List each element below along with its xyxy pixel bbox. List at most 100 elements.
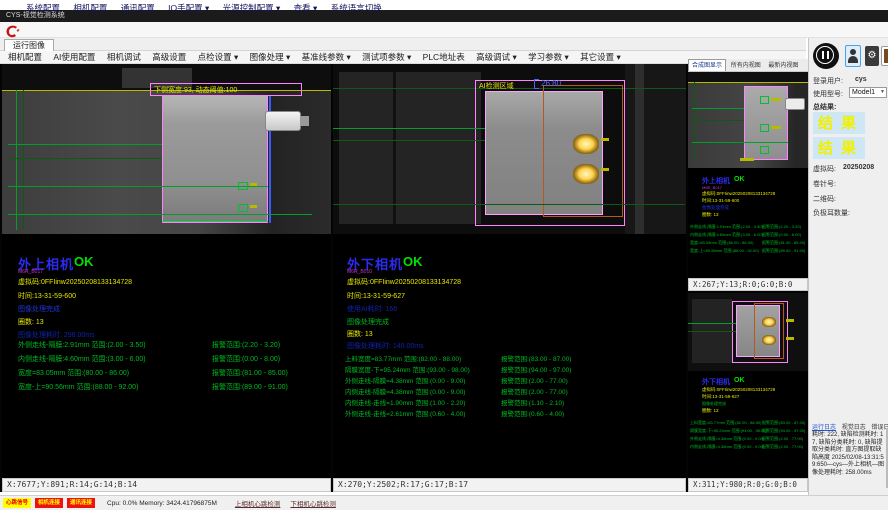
measure-line: [692, 120, 744, 121]
toolbar-item-other-settings[interactable]: 其它设置 ▾: [580, 52, 621, 62]
toolbar-item-camera-debug[interactable]: 相机调试: [107, 52, 141, 62]
connector-part: [265, 111, 301, 131]
settings-button[interactable]: ⚙: [865, 46, 879, 66]
virtual-code-value: 20250208: [843, 164, 874, 171]
toolbar-item-baseline-params[interactable]: 基准线参数 ▾: [302, 52, 351, 62]
mid-product-code: 虚拟码:0FFIinw20250208133134728: [347, 277, 461, 287]
measurement-value: 宽度-上=90.56mm 范围:(88.00 - 92.00): [18, 382, 138, 392]
measurement-value: 外侧走线-走线=2.61mm 范围:(0.60 - 4.00): [345, 408, 465, 418]
tiny-annotation: [250, 183, 257, 186]
door-icon: [884, 49, 888, 63]
chevron-down-icon: ▼: [880, 88, 885, 97]
weld-spot: [573, 134, 599, 154]
result-box-upper: 结果: [813, 112, 865, 134]
measurement-row: 外侧走线-隔膜:2.91mm 范围:(2.00 - 3.50) 报警范围:(2.…: [2, 340, 331, 350]
left-camera-image[interactable]: 下侧宽度:93, 动态阈值:100: [2, 64, 331, 234]
menu-item-view[interactable]: 查看 ▾: [294, 3, 318, 13]
measurement-alarm: 报警范围:(2.00 - 77.00): [501, 386, 568, 396]
left-camera-panel: 下侧宽度:93, 动态阈值:100 外上相机 OK M6R_B017 虚拟码:0…: [2, 64, 331, 478]
tab-latest-inner-view[interactable]: 最新内视图: [765, 60, 801, 72]
upper-camera-heartbeat-link[interactable]: 上相机心跳检测: [235, 498, 281, 508]
measurement-value: 内侧走线-隔膜=4.38mm 范围:(0.00 - 9.00): [345, 386, 465, 396]
tab-composite-view[interactable]: 合成图显示: [688, 59, 726, 71]
measurement-row: 外侧走线-走线=2.61mm 范围:(0.60 - 4.00) 报警范围:(0.…: [333, 408, 686, 417]
winding-pin-label: 卷针号:: [813, 179, 836, 189]
exit-button[interactable]: →: [881, 46, 888, 66]
tiny-annotation: [601, 168, 609, 171]
mini-camera-image-2[interactable]: [688, 293, 808, 371]
measure-overlay-label-box: 下侧宽度:93, 动态阈值:100: [150, 83, 302, 96]
mini-measure: 外侧走线-隔膜:2.91mm 范围:(2.00 - 3.50): [690, 224, 763, 230]
mini2-turn-count: 圈数: 13: [702, 408, 719, 414]
menu-item-comm-config[interactable]: 通讯配置: [121, 3, 155, 13]
mini1-done-text: 图像处理完成: [702, 205, 729, 211]
toolbar-item-image-processing[interactable]: 图像处理 ▾: [250, 52, 291, 62]
mini2-coordinates: X:311;Y:980;R:0;G:0;B:0: [693, 480, 797, 489]
mini-camera-image-1[interactable]: [688, 72, 808, 168]
toolbar-item-ai-config[interactable]: AI使用配置: [53, 52, 95, 62]
log-tab-run[interactable]: 运行日志: [812, 425, 836, 431]
measure-line: [333, 204, 685, 205]
mini-panel-1: 外上相机 OK M6R_B017 虚拟码:0FFIinw202502081331…: [688, 72, 808, 278]
toolbar-item-advanced-settings[interactable]: 高级设置: [152, 52, 186, 62]
mid-camera-image[interactable]: AI检测区域 26.80: [333, 64, 686, 234]
neg-tab-count-label: 负极耳数量:: [813, 208, 850, 218]
result-box-lower: 结果: [813, 137, 865, 159]
camera-connect-badge: 相机连接: [35, 498, 63, 508]
mini-alarm: 报警范围:(2.00 - 77.00): [762, 444, 803, 450]
measurement-alarm: 报警范围:(89.00 - 91.00): [212, 382, 288, 392]
grid-line: [694, 82, 695, 162]
menu-item-light-config[interactable]: 光源控制配置 ▾: [223, 3, 281, 13]
menu-item-io-config[interactable]: IO手配置 ▾: [168, 3, 209, 13]
log-text: 耗时: 222, 缺陷检测耗时: 17, 缺陷分类耗时: 0, 缺陷提取分类耗时…: [812, 432, 886, 477]
pause-button[interactable]: [813, 43, 839, 69]
mini2-camera-name: 外下相机: [702, 377, 730, 387]
lower-camera-heartbeat-link[interactable]: 下相机心跳检测: [290, 498, 336, 508]
mini-panel-2: 外下相机 OK 虚拟码:0FFIinw20250208133134728 时间:…: [688, 293, 808, 478]
toolbar-item-plc-table[interactable]: PLC地址表: [423, 52, 465, 62]
left-product-code: 虚拟码:0FFIinw20250208133134728: [18, 277, 132, 287]
mini1-sub-label: M6R_B017: [702, 185, 722, 190]
mini-alarm: 报警范围:(2.20 - 3.20): [762, 224, 801, 230]
mini1-coordinate-bar: X:267;Y:13;R:0;G:0;B:0: [688, 278, 808, 291]
roi-orange-box: [754, 303, 784, 359]
mini-measure: 内侧走线-隔膜=4.38mm 范围:(0.00 - 9.00): [690, 444, 764, 450]
mini-alarm: 报警范围:(0.00 - 8.00): [762, 232, 801, 238]
tiny-annotation: [771, 126, 781, 129]
tab-strip: 运行图像: [0, 38, 806, 51]
toolbar-item-camera-config[interactable]: 相机配置: [8, 52, 42, 62]
tab-run-image[interactable]: 运行图像: [4, 39, 54, 51]
user-icon: [850, 49, 856, 55]
measurement-alarm: 报警范围:(0.60 - 4.00): [501, 408, 564, 418]
menu-item-camera-config[interactable]: 相机配置: [73, 3, 107, 13]
log-tabs: 运行日志 视觉日志 错误日志: [812, 422, 888, 431]
mini-alarm: 报警范围:(89.00 - 91.00): [762, 248, 805, 254]
connector-part: [785, 98, 805, 110]
ai-region-value: 26.80: [541, 79, 561, 88]
mini1-time: 时间:13-31-59-600: [702, 198, 739, 204]
grid-line: [23, 90, 24, 230]
pause-icon: [816, 46, 834, 64]
measurement-alarm: 报警范围:(83.00 - 87.00): [501, 353, 571, 363]
weld-spot: [573, 164, 599, 184]
menu-item-system-config[interactable]: 系统配置: [26, 3, 60, 13]
login-user-label: 登录用户:: [813, 76, 843, 86]
toolbar-item-learning-params[interactable]: 学习参数 ▾: [528, 52, 569, 62]
mini-measure: 宽度-上=90.56mm 范围:(88.00 - 92.00): [690, 248, 759, 254]
user-icon-body: [848, 56, 858, 63]
mini2-product-code: 虚拟码:0FFIinw20250208133134728: [702, 387, 775, 393]
log-tab-vision[interactable]: 视觉日志: [842, 425, 866, 431]
toolbar-item-spot-check[interactable]: 点检设置 ▾: [198, 52, 239, 62]
measurement-value: 上料宽度=83.77mm 范围:(82.00 - 88.00): [345, 353, 461, 363]
tab-all-inner-view[interactable]: 所有内视图: [728, 60, 764, 72]
toolbar-item-test-params[interactable]: 测试项参数 ▾: [362, 52, 411, 62]
user-button[interactable]: [845, 45, 861, 67]
measurement-value: 隔膜宽度-下=95.24mm 范围:(93.00 - 98.00): [345, 364, 470, 374]
model-select[interactable]: Model1 ▼: [849, 87, 887, 98]
tiny-annotation: [786, 319, 794, 322]
menu-item-language-switch[interactable]: 系统语言切换: [331, 3, 382, 13]
toolbar-item-advanced-debug[interactable]: 高级调试 ▾: [476, 52, 517, 62]
cpu-memory-text: Cpu: 0.0% Memory: 3424.41796875M: [107, 500, 217, 507]
measurement-alarm: 报警范围:(2.00 - 77.00): [501, 375, 568, 385]
mini-alarm: 报警范围:(94.00 - 97.00): [762, 428, 805, 434]
